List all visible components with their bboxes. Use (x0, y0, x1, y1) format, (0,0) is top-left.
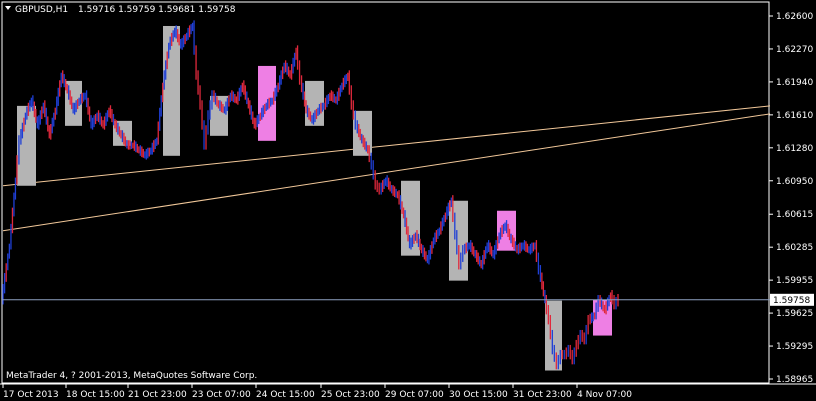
symbol-timeframe: GBPUSD,H1 (15, 5, 68, 15)
y-tick-label: 1.58965 (776, 375, 813, 385)
y-tick-label: 1.61280 (776, 144, 813, 154)
x-tick-label: 25 Oct 23:00 (321, 390, 380, 400)
price-chart[interactable]: 1.62600 1.62270 1.61940 1.61610 1.61280 1.609… (0, 0, 816, 401)
y-tick-label: 1.59625 (776, 309, 813, 319)
y-tick-label: 1.60285 (776, 243, 813, 253)
y-tick-label: 1.61610 (776, 111, 813, 121)
current-price-label: 1.59758 (773, 296, 810, 306)
session-box-gray (545, 300, 562, 371)
price-series (2, 20, 619, 370)
chart-menu-icon[interactable] (5, 6, 11, 10)
x-tick-label: 17 Oct 2013 (3, 390, 59, 400)
y-tick-label: 1.60615 (776, 210, 813, 220)
y-tick-label: 1.62600 (776, 12, 813, 22)
x-tick-label: 23 Oct 07:00 (192, 390, 251, 400)
y-tick-label: 1.60950 (776, 177, 813, 187)
x-tick-label: 21 Oct 23:00 (128, 390, 187, 400)
y-tick-label: 1.59955 (776, 276, 813, 286)
x-tick-label: 29 Oct 07:00 (385, 390, 444, 400)
x-tick-label: 18 Oct 15:00 (66, 390, 125, 400)
y-tick-label: 1.61940 (776, 78, 813, 88)
y-tick-label: 1.59295 (776, 342, 813, 352)
session-boxes (17, 25, 612, 371)
x-tick-label: 31 Oct 23:00 (513, 390, 572, 400)
x-axis-ticks: 17 Oct 2013 18 Oct 15:00 21 Oct 23:00 23 Oc… (2, 384, 632, 400)
chart-window[interactable]: 1.62600 1.62270 1.61940 1.61610 1.61280 1.609… (0, 0, 816, 401)
x-tick-label: 4 Nov 07:00 (577, 390, 632, 400)
plot-frame (1, 1, 770, 384)
copyright-text: MetaTrader 4, ? 2001-2013, MetaQuotes So… (6, 371, 257, 381)
ohlc-values: 1.59716 1.59759 1.59681 1.59758 (78, 5, 236, 15)
x-tick-label: 30 Oct 15:00 (449, 390, 508, 400)
y-tick-label: 1.62270 (776, 45, 813, 55)
x-tick-label: 24 Oct 15:00 (256, 390, 315, 400)
y-axis-ticks: 1.62600 1.62270 1.61940 1.61610 1.61280 1.609… (769, 12, 813, 385)
